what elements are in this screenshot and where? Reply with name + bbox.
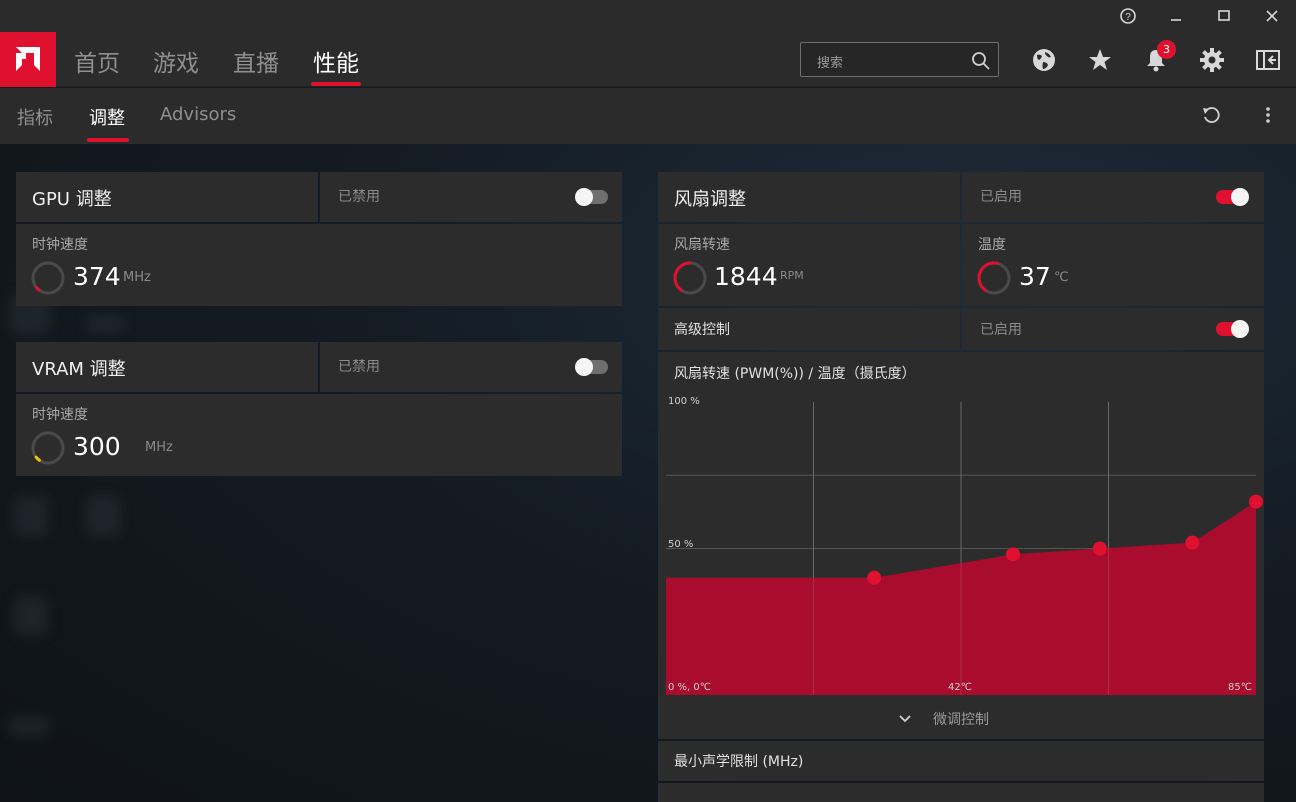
active-tab-indicator — [311, 82, 361, 86]
temperature-gauge — [977, 261, 1011, 295]
globe-icon[interactable] — [1030, 46, 1058, 74]
vram-clock-gauge — [31, 431, 65, 465]
fan-curve-point-2[interactable] — [1006, 547, 1021, 562]
advanced-control-cell: 高级控制 — [658, 308, 960, 350]
fan-speed-value: 1844 — [714, 262, 778, 291]
main-nav: 首页 游戏 直播 性能 搜索 3 — [0, 32, 1296, 87]
tab-streaming[interactable]: 直播 — [233, 44, 279, 78]
acoustic-limit-label: 最小声学限制 (MHz) — [674, 754, 804, 770]
fan-speed-unit: RPM — [780, 269, 804, 282]
minimize-icon[interactable] — [1164, 4, 1188, 28]
tab-performance[interactable]: 性能 — [313, 44, 359, 78]
fan-tuning-status-cell: 已启用 — [962, 172, 1264, 222]
gpu-clock-cell: 时钟速度 374 MHz — [16, 224, 622, 306]
advanced-control-status: 已启用 — [980, 322, 1022, 338]
blurred-tile — [85, 316, 125, 332]
sidebar-toggle-icon[interactable] — [1254, 46, 1282, 74]
fan-tuning-status: 已启用 — [980, 189, 1022, 205]
fan-speed-gauge — [673, 261, 707, 295]
vram-tuning-toggle[interactable] — [575, 358, 608, 376]
temperature-label: 温度 — [978, 237, 1006, 253]
tab-games[interactable]: 游戏 — [153, 44, 199, 78]
fan-curve-point-3[interactable] — [1092, 541, 1107, 556]
gpu-tuning-title: GPU 调整 — [32, 189, 112, 210]
search-input[interactable]: 搜索 — [817, 52, 843, 71]
search-box[interactable]: 搜索 — [800, 42, 999, 77]
gpu-tuning-header: GPU 调整 — [16, 172, 318, 222]
fan-curve-chart-panel: 100 % 50 % 0 %, 0℃ 42℃ 85℃ — [658, 394, 1264, 699]
y-tick-50: 50 % — [668, 539, 694, 550]
subtab-tuning[interactable]: 调整 — [89, 104, 125, 130]
advanced-control-status-cell: 已启用 — [962, 308, 1264, 350]
fine-tune-label: 微调控制 — [933, 712, 989, 728]
gpu-tuning-status: 已禁用 — [338, 189, 380, 205]
blurred-tile — [14, 496, 48, 536]
vram-clock-value: 300 — [73, 432, 121, 461]
temperature-value: 37 — [1019, 262, 1051, 291]
close-icon[interactable] — [1260, 4, 1284, 28]
x-tick-85: 85℃ — [1228, 682, 1252, 693]
subtab-metrics[interactable]: 指标 — [17, 104, 53, 130]
fan-tuning-title: 风扇调整 — [674, 189, 746, 210]
fan-speed-label: 风扇转速 — [674, 237, 730, 253]
vram-tuning-header: VRAM 调整 — [16, 342, 318, 392]
gpu-clock-label: 时钟速度 — [32, 237, 88, 253]
vram-tuning-title: VRAM 调整 — [32, 359, 126, 380]
acoustic-limit-slider-row — [658, 783, 1264, 802]
vram-clock-unit: MHz — [145, 440, 173, 455]
fan-tuning-header: 风扇调整 — [658, 172, 960, 222]
vram-tuning-status: 已禁用 — [338, 359, 380, 375]
fan-curve-title: 风扇转速 (PWM(%)) / 温度（摄氏度） — [674, 366, 916, 382]
advanced-control-toggle[interactable] — [1216, 320, 1249, 338]
subtab-advisors[interactable]: Advisors — [160, 104, 236, 125]
blurred-tile — [8, 716, 50, 736]
advanced-control-label: 高级控制 — [674, 322, 730, 338]
x-tick-0: 0 %, 0℃ — [668, 682, 711, 693]
amd-logo[interactable] — [0, 32, 56, 87]
gpu-clock-gauge — [31, 261, 65, 295]
star-icon[interactable] — [1086, 46, 1114, 74]
x-tick-42: 42℃ — [948, 682, 972, 693]
notification-badge: 3 — [1157, 40, 1176, 59]
chevron-down-icon — [898, 711, 912, 730]
title-bar: ? — [0, 0, 1296, 32]
blurred-tile — [14, 596, 48, 636]
sub-nav: 指标 调整 Advisors — [0, 88, 1296, 144]
vram-clock-cell: 时钟速度 300 MHz — [16, 394, 622, 476]
gpu-clock-value: 374 — [73, 262, 121, 291]
gpu-tuning-toggle[interactable] — [575, 188, 608, 206]
blurred-tile — [86, 496, 120, 536]
vram-tuning-status-cell: 已禁用 — [320, 342, 622, 392]
active-subtab-indicator — [87, 138, 129, 142]
svg-text:?: ? — [1125, 12, 1131, 23]
vram-clock-label: 时钟速度 — [32, 407, 88, 423]
reset-icon[interactable] — [1200, 104, 1222, 130]
gear-icon[interactable] — [1198, 46, 1226, 74]
fan-curve-point-1[interactable] — [867, 570, 882, 585]
fan-curve-title-cell: 风扇转速 (PWM(%)) / 温度（摄氏度） — [658, 352, 1264, 394]
fan-curve-point-5[interactable] — [1249, 494, 1263, 509]
fan-tuning-toggle[interactable] — [1216, 188, 1249, 206]
search-icon[interactable] — [971, 51, 991, 75]
acoustic-limit-row: 最小声学限制 (MHz) — [658, 741, 1264, 781]
fan-curve-point-4[interactable] — [1185, 535, 1200, 550]
temperature-unit: ℃ — [1054, 270, 1069, 285]
fan-speed-cell: 风扇转速 1844 RPM — [658, 224, 960, 306]
help-icon[interactable]: ? — [1116, 4, 1140, 28]
fine-tune-row[interactable]: 微调控制 — [658, 699, 1264, 739]
gpu-clock-unit: MHz — [123, 270, 151, 285]
maximize-icon[interactable] — [1212, 4, 1236, 28]
tab-home[interactable]: 首页 — [74, 44, 120, 78]
temperature-cell: 温度 37 ℃ — [962, 224, 1264, 306]
y-tick-100: 100 % — [668, 396, 700, 407]
fan-curve-chart[interactable] — [658, 394, 1264, 699]
gpu-tuning-status-cell: 已禁用 — [320, 172, 622, 222]
more-options-icon[interactable] — [1258, 104, 1278, 130]
